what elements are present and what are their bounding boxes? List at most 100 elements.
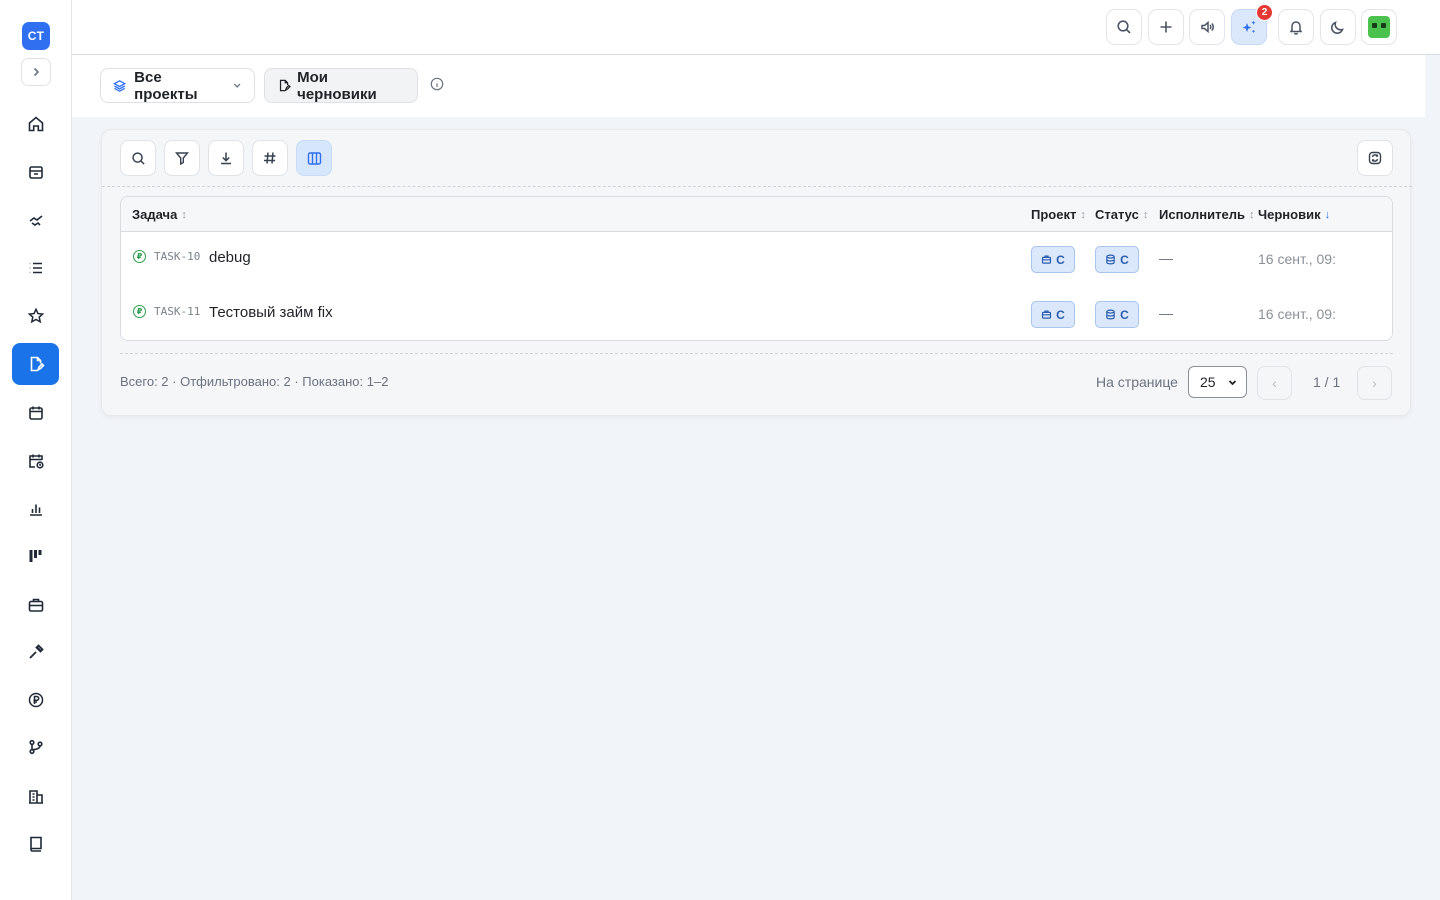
announcements-button[interactable] xyxy=(1189,9,1225,45)
download-icon xyxy=(221,152,231,165)
status-chip[interactable]: C xyxy=(1095,301,1139,328)
status-icon: ₽ xyxy=(133,250,146,263)
grouping-button[interactable] xyxy=(252,140,288,176)
project-select[interactable]: Все проекты xyxy=(100,68,255,103)
briefcase-icon xyxy=(1042,310,1052,319)
ai-assistant-button[interactable]: 2 xyxy=(1231,4,1273,45)
sidebar-item-inbox[interactable] xyxy=(12,151,59,193)
drafts-icon xyxy=(30,356,45,372)
search-icon xyxy=(131,151,145,165)
sidebar-item-organization[interactable] xyxy=(12,776,59,818)
filter-icon xyxy=(175,152,189,165)
next-page-button[interactable]: › xyxy=(1357,366,1392,400)
filter-button[interactable] xyxy=(164,140,200,176)
sidebar-item-analytics[interactable] xyxy=(12,488,59,530)
sparkles-icon xyxy=(1242,20,1256,33)
sidebar-item-calendar[interactable] xyxy=(12,392,59,434)
layers-icon xyxy=(113,79,127,92)
task-key[interactable]: TASK-10 xyxy=(154,250,200,263)
building-icon xyxy=(28,790,43,804)
table-header: Задача ↕ Проект ↕ Статус ↕ Исполнитель ↕… xyxy=(121,197,1392,232)
moon-icon xyxy=(1331,21,1344,34)
sidebar-item-home[interactable] xyxy=(12,103,59,145)
theme-toggle-button[interactable] xyxy=(1320,9,1356,45)
bar-chart-icon xyxy=(29,504,42,516)
handshake-icon xyxy=(29,215,42,226)
task-title[interactable]: debug xyxy=(209,249,251,266)
sidebar-expand-button[interactable] xyxy=(21,58,51,86)
column-header-draft[interactable]: Черновик ↓ xyxy=(1258,207,1330,222)
sidebar-item-tools[interactable] xyxy=(12,631,59,673)
prev-page-button[interactable]: ‹ xyxy=(1257,366,1292,400)
git-branch-icon xyxy=(28,739,43,755)
speaker-icon xyxy=(1201,20,1214,34)
refresh-icon xyxy=(1368,151,1382,165)
export-button[interactable] xyxy=(208,140,244,176)
list-icon xyxy=(29,262,42,274)
table-summary: Всего: 2 · Отфильтровано: 2 · Показано: … xyxy=(120,374,389,389)
column-header-assignee[interactable]: Исполнитель ↕ xyxy=(1159,207,1255,222)
database-icon xyxy=(1106,254,1115,265)
page-indicator: 1 / 1 xyxy=(1313,374,1341,390)
project-chip[interactable]: C xyxy=(1031,301,1075,328)
sidebar-item-favorites[interactable] xyxy=(12,295,59,337)
sidebar-item-list[interactable] xyxy=(12,247,59,289)
status-icon: ₽ xyxy=(133,305,146,318)
calendar-clock-icon xyxy=(28,454,44,469)
sidebar: CT xyxy=(0,0,72,900)
calendar-icon xyxy=(28,406,43,420)
home-icon xyxy=(28,116,43,132)
app-logo[interactable]: CT xyxy=(22,22,50,50)
sidebar-item-drafts[interactable] xyxy=(12,343,59,385)
draft-date-cell: 16 сент., 09: xyxy=(1258,251,1336,267)
book-icon xyxy=(29,836,42,852)
sidebar-item-schedule[interactable] xyxy=(12,440,59,482)
briefcase-icon xyxy=(1042,255,1052,264)
star-icon xyxy=(27,307,44,324)
sidebar-item-knowledge-base[interactable] xyxy=(12,823,59,865)
tools-icon xyxy=(28,644,44,659)
info-icon[interactable] xyxy=(430,77,444,91)
sidebar-item-portfolio[interactable] xyxy=(12,584,59,626)
task-title[interactable]: Тестовый займ fix xyxy=(209,304,333,321)
sidebar-item-deals[interactable] xyxy=(12,199,59,241)
per-page-select[interactable]: 25 xyxy=(1188,366,1247,398)
top-header: 2 xyxy=(72,0,1440,55)
assignee-cell: — xyxy=(1159,305,1173,321)
task-key[interactable]: TASK-11 xyxy=(154,305,200,318)
project-select-label: Все проекты xyxy=(134,68,198,103)
divider xyxy=(120,353,1393,354)
column-header-status[interactable]: Статус ↕ xyxy=(1095,207,1148,222)
sidebar-item-workflows[interactable] xyxy=(12,726,59,768)
refresh-button[interactable] xyxy=(1357,140,1393,176)
status-chip[interactable]: C xyxy=(1095,246,1139,273)
sidebar-item-kanban[interactable] xyxy=(12,535,59,577)
sort-icon: ↕ xyxy=(1080,208,1086,221)
column-header-task[interactable]: Задача ↕ xyxy=(132,207,187,222)
draft-date-cell: 16 сент., 09: xyxy=(1258,306,1336,322)
create-button[interactable] xyxy=(1148,9,1184,45)
bell-icon xyxy=(1289,21,1303,35)
table-row[interactable]: ₽ TASK-11 Тестовый займ fix C C — 16 сен… xyxy=(121,287,1392,340)
sort-desc-icon: ↓ xyxy=(1324,208,1331,221)
page-toolbar: Все проекты Мои черновики xyxy=(72,55,1425,117)
sort-icon: ↕ xyxy=(181,208,187,221)
table-search-button[interactable] xyxy=(120,140,156,176)
user-avatar-button[interactable] xyxy=(1361,9,1397,45)
briefcase-icon xyxy=(28,598,43,612)
sidebar-item-finance[interactable] xyxy=(12,679,59,721)
ai-notification-badge: 2 xyxy=(1256,4,1273,21)
my-drafts-button[interactable]: Мои черновики xyxy=(264,68,418,103)
drafts-table: Задача ↕ Проект ↕ Статус ↕ Исполнитель ↕… xyxy=(120,196,1393,341)
column-header-project[interactable]: Проект ↕ xyxy=(1031,207,1086,222)
notifications-button[interactable] xyxy=(1278,9,1314,45)
columns-button[interactable] xyxy=(296,140,332,176)
sort-icon: ↕ xyxy=(1142,208,1149,221)
database-icon xyxy=(1106,309,1115,320)
project-chip[interactable]: C xyxy=(1031,246,1075,273)
search-button[interactable] xyxy=(1106,9,1142,45)
table-row[interactable]: ₽ TASK-10 debug C C — 16 сент., 09: xyxy=(121,232,1392,287)
per-page-label: На странице xyxy=(1096,374,1178,390)
per-page-value: 25 xyxy=(1200,374,1216,390)
kanban-icon xyxy=(29,550,41,562)
